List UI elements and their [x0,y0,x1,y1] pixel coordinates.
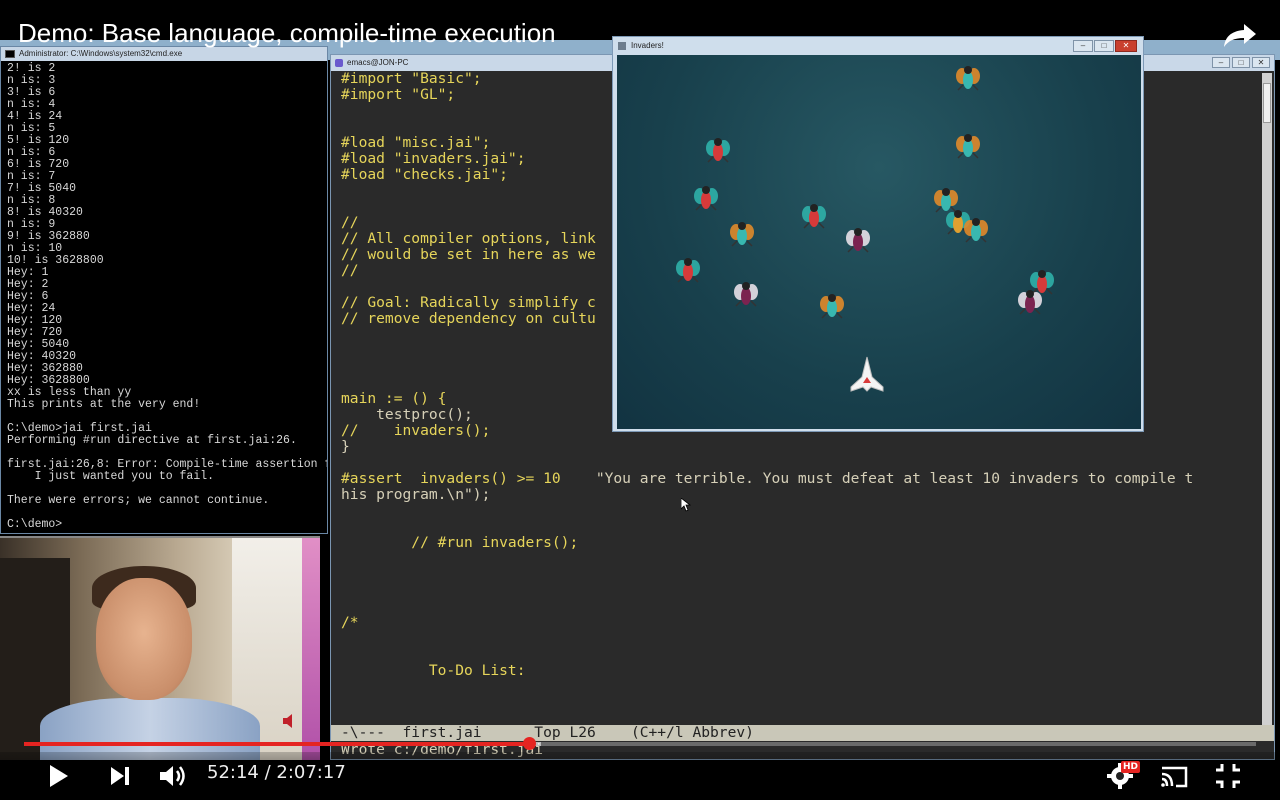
code-line: // #run invaders(); [341,534,579,551]
next-icon[interactable] [104,760,136,792]
cmd-line: There were errors; we cannot continue. [7,494,270,507]
presenter-face [96,578,192,700]
cmd-line: Performing #run directive at first.jai:2… [7,434,297,447]
invader-bug-icon [956,134,980,159]
invader-bug-icon [802,204,826,229]
invader-bug-icon [964,218,988,243]
cmd-line: 10! is 3628800 [7,254,104,267]
cmd-line: Hey: 1 [7,266,49,279]
emacs-scrollbar[interactable] [1262,73,1272,727]
code-line: #assert invaders() >= 10 "You are terrib… [341,471,1261,487]
cmd-line: C:\demo> [7,518,63,531]
play-icon[interactable] [42,760,74,792]
progress-played [24,742,530,746]
close-icon[interactable]: ✕ [1115,40,1137,52]
cmd-title: Administrator: C:\Windows\system32\cmd.e… [19,49,183,58]
cmd-output[interactable]: 2! is 2n is: 3 3! is 6n is: 4 4! is 24 n is… [1,61,327,533]
invaders-window[interactable]: Invaders! – □ ✕ [612,36,1144,432]
cmd-line: This prints at the very end! [7,398,201,411]
emacs-window-icon [335,59,343,67]
invaders-titlebar[interactable]: Invaders! – □ ✕ [613,37,1143,55]
mouse-cursor-icon [681,498,691,512]
invaders-title: Invaders! [631,41,664,50]
share-icon[interactable] [1222,20,1258,50]
invader-bug-icon [1018,290,1042,315]
video-progress-bar[interactable] [24,737,1256,750]
invaders-window-controls: – □ ✕ [1073,40,1137,52]
scrollbar-thumb[interactable] [1263,83,1271,123]
minimize-icon[interactable]: – [1073,40,1093,52]
cmd-window[interactable]: Administrator: C:\Windows\system32\cmd.e… [0,46,328,534]
code-line: } [341,438,350,455]
cmd-window-icon [5,50,15,58]
code-line: his program.\n"); [341,486,491,503]
presenter-shirt [40,698,260,760]
cmd-line: Hey: 2 [7,278,49,291]
cast-icon[interactable] [1158,760,1190,792]
invader-bug-icon [734,282,758,307]
webcam-video [0,536,320,760]
invader-bug-icon [956,66,980,91]
webcam-edge [302,538,320,760]
code-line: To-Do List: [341,662,526,679]
emacs-modeline: -\--- first.jai Top L26 (C++/l Abbrev) [331,725,1274,741]
speaker-icon [283,714,292,728]
player-controls [0,752,1280,800]
invader-bug-icon [846,228,870,253]
volume-icon[interactable] [156,760,188,792]
maximize-icon[interactable]: □ [1232,57,1250,68]
emacs-title: emacs@JON-PC [347,58,409,67]
invader-bug-icon [820,294,844,319]
maximize-icon[interactable]: □ [1094,40,1114,52]
invader-bug-icon [676,258,700,283]
emacs-window-controls: – □ ✕ [1212,57,1270,68]
hd-badge: HD [1121,761,1141,773]
code-string: "You are terrible. You must defeat at le… [595,470,1194,487]
game-canvas[interactable] [617,55,1141,429]
cmd-titlebar[interactable]: Administrator: C:\Windows\system32\cmd.e… [1,47,327,61]
video-time: 52:14 / 2:07:17 [207,762,346,783]
code-line: /* [341,614,359,631]
minimize-icon[interactable]: – [1212,57,1230,68]
code-token: #assert invaders() >= 10 [341,470,596,487]
invader-bug-icon [694,186,718,211]
cmd-line: I just wanted you to fail. [7,470,215,483]
invaders-window-icon [618,42,626,50]
video-title[interactable]: Demo: Base language, compile-time execut… [18,18,556,49]
exit-fullscreen-icon[interactable] [1212,760,1244,792]
invader-bug-icon [730,222,754,247]
player-ship-icon [850,356,884,392]
invader-bug-icon [706,138,730,163]
close-icon[interactable]: ✕ [1252,57,1270,68]
